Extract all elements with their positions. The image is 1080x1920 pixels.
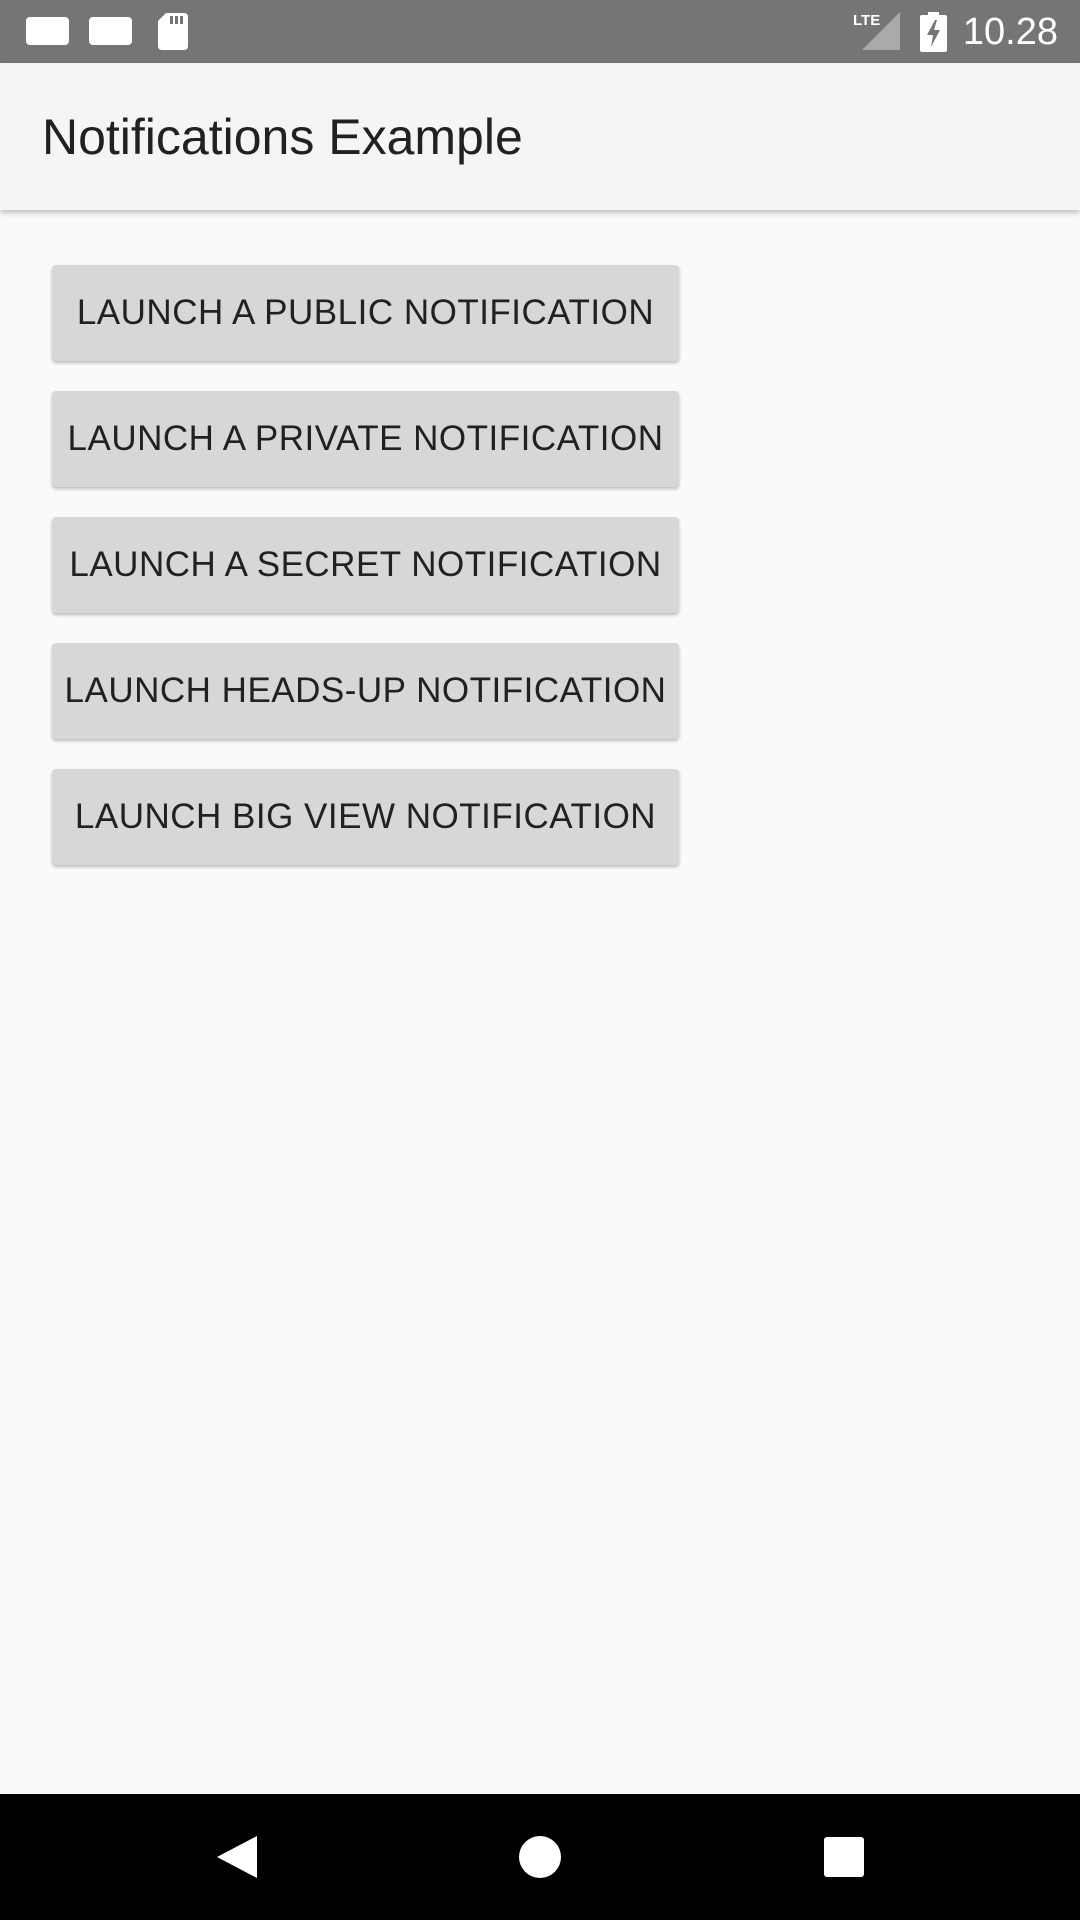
status-bar: LTE 10.28 [0, 0, 1080, 63]
status-time: 10.28 [962, 11, 1058, 53]
page-title: Notifications Example [42, 109, 523, 165]
navigation-bar [0, 1794, 1080, 1920]
back-icon [217, 1836, 257, 1878]
recents-icon [824, 1837, 864, 1877]
home-icon [519, 1836, 561, 1878]
launch-secret-notification-button[interactable]: LAUNCH A SECRET NOTIFICATION [52, 517, 679, 613]
sd-card-icon [158, 13, 188, 50]
recents-button[interactable] [764, 1794, 924, 1920]
main-content: LAUNCH A PUBLIC NOTIFICATION LAUNCH A PR… [0, 210, 1080, 1794]
notification-icon [89, 17, 132, 45]
launch-heads-up-notification-button[interactable]: LAUNCH HEADS-UP NOTIFICATION [52, 643, 679, 739]
home-button[interactable] [460, 1794, 620, 1920]
launch-public-notification-button[interactable]: LAUNCH A PUBLIC NOTIFICATION [52, 265, 679, 361]
launch-big-view-notification-button[interactable]: LAUNCH BIG VIEW NOTIFICATION [52, 769, 679, 865]
lte-signal-icon: LTE [853, 12, 900, 50]
launch-private-notification-button[interactable]: LAUNCH A PRIVATE NOTIFICATION [52, 391, 679, 487]
app-bar: Notifications Example [0, 63, 1080, 210]
battery-charging-icon [920, 12, 947, 52]
network-type-label: LTE [853, 12, 880, 29]
back-button[interactable] [155, 1794, 315, 1920]
notification-icon [26, 17, 69, 45]
